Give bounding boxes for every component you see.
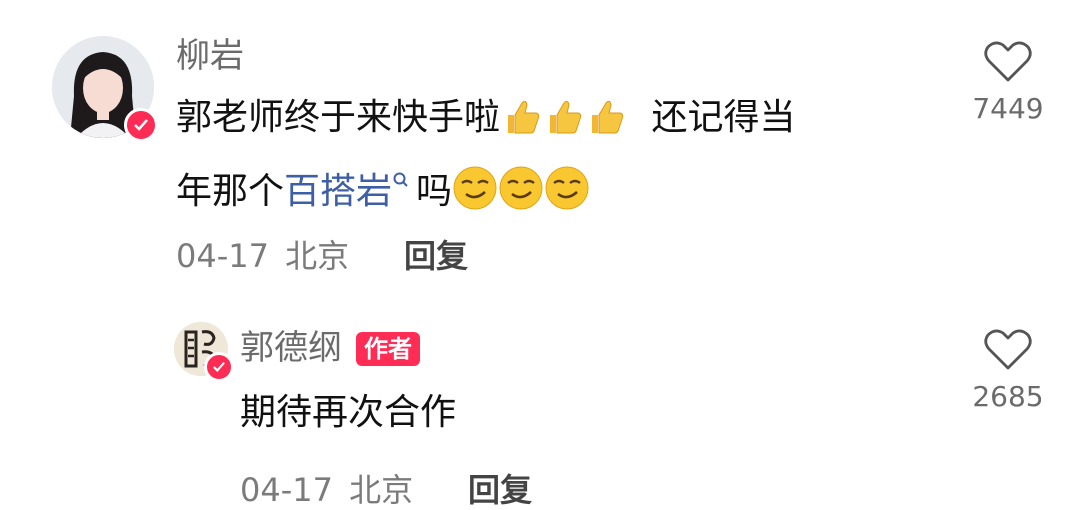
author-badge: 作者 — [356, 332, 420, 366]
comment-text: 郭老师终于来快手啦 — [176, 97, 501, 138]
like-count: 7449 — [972, 92, 1044, 125]
reply-button[interactable]: 回复 — [468, 470, 532, 510]
reply-meta: 04-17 北京 — [240, 470, 413, 510]
reply-location: 北京 — [349, 471, 414, 509]
comment-location: 北京 — [285, 237, 350, 275]
heart-outline-icon — [984, 41, 1032, 82]
reply-date: 04-17 — [240, 471, 333, 509]
smirk-emoji — [498, 165, 544, 223]
like-button[interactable] — [982, 328, 1034, 372]
verified-check-icon — [204, 352, 234, 382]
smirk-emoji — [452, 165, 498, 223]
comment-text-pre: 年那个 — [176, 171, 285, 212]
comment-text-line-1: 郭老师终于来快手啦 还记得当 — [176, 95, 795, 149]
reply-username[interactable]: 郭德纲 — [240, 328, 342, 368]
like-button[interactable] — [982, 40, 1034, 84]
heart-outline-icon — [984, 329, 1032, 370]
verified-check-icon — [124, 108, 158, 142]
thumbs-up-emoji — [584, 95, 626, 149]
comment-meta: 04-17 北京 — [176, 236, 349, 276]
comment-text-tail: 还记得当 — [651, 97, 796, 138]
reply-button[interactable]: 回复 — [404, 236, 468, 276]
comment-date: 04-17 — [176, 237, 269, 275]
search-keyword-link[interactable]: 百搭岩 — [284, 171, 392, 212]
thumbs-up-emoji — [542, 95, 584, 149]
reply-text: 期待再次合作 — [240, 392, 457, 433]
comment-text-post: 吗 — [416, 171, 453, 212]
comment-text-line-2: 年那个百搭岩吗 — [176, 155, 590, 223]
search-icon[interactable] — [392, 155, 410, 201]
comment-username[interactable]: 柳岩 — [176, 36, 244, 76]
smirk-emoji — [544, 165, 590, 223]
thumbs-up-emoji — [500, 95, 542, 149]
like-count: 2685 — [972, 380, 1044, 413]
